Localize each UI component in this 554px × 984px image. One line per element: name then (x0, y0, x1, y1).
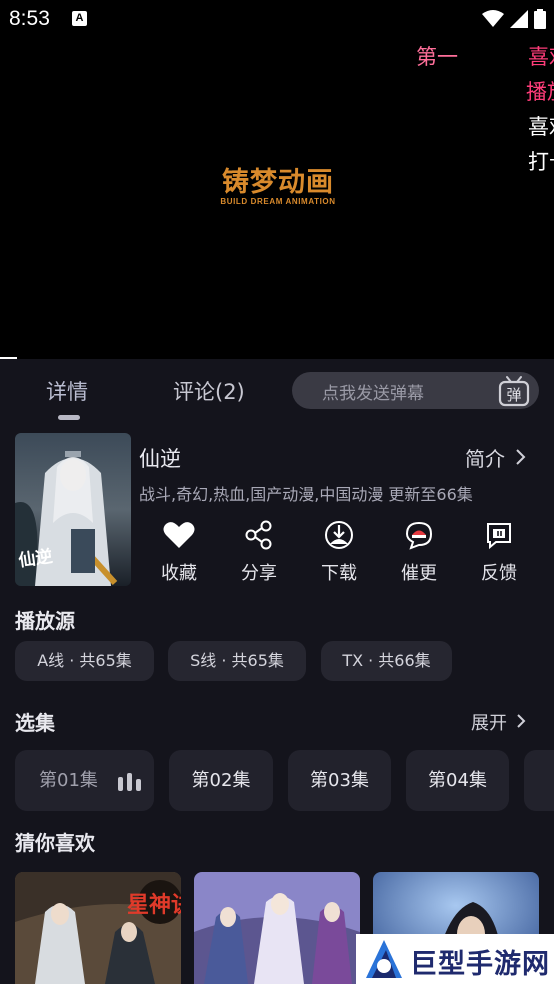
show-tags: 战斗,奇幻,热血,国产动漫,中国动漫 更新至66集 (139, 485, 473, 504)
tab-detail[interactable]: 详情 (46, 376, 88, 406)
favorite-label: 收藏 (161, 563, 197, 584)
danmaku-3: 播放 (526, 80, 554, 104)
share-icon (245, 520, 272, 550)
poster-image: 仙逆 (15, 433, 131, 586)
battery-icon (534, 9, 546, 29)
intro-link[interactable]: 简介 (465, 443, 505, 472)
episode-item-current[interactable]: 第01集 (15, 750, 154, 811)
watermark-logo-icon (366, 940, 402, 978)
recommend-card[interactable]: 星神诀 (15, 872, 181, 984)
danmaku-toggle-icon[interactable]: 弹 (497, 375, 531, 407)
danmaku-input[interactable]: 点我发送弹幕 弹 (292, 372, 539, 409)
urge-label: 催更 (401, 563, 437, 584)
chevron-right-icon[interactable] (515, 448, 527, 466)
show-poster[interactable]: 仙逆 (15, 433, 131, 586)
urge-icon (405, 521, 433, 550)
status-icons (482, 9, 546, 29)
video-player[interactable]: 铸梦动画 BUILD DREAM ANIMATION 第一 喜欢 播放 喜欢 打… (0, 38, 554, 358)
episode-item-partial[interactable] (524, 750, 554, 811)
action-row: 收藏 分享 下载 催更 反馈 (139, 515, 554, 589)
download-label: 下载 (321, 563, 357, 584)
feedback-icon (487, 523, 511, 550)
danmaku-4: 喜欢 (528, 115, 554, 139)
danmaku-placeholder: 点我发送弹幕 (322, 384, 424, 404)
expand-episodes-link[interactable]: 展开 (471, 709, 507, 735)
source-chip-a[interactable]: A线 · 共65集 (15, 641, 154, 681)
favorite-button[interactable]: 收藏 (139, 515, 219, 585)
danmaku-5: 打卡 (528, 150, 554, 174)
feedback-button[interactable]: 反馈 (459, 515, 539, 585)
source-chip-tx[interactable]: TX · 共66集 (321, 641, 452, 681)
status-bar: 8:53 A (0, 0, 554, 38)
tab-comments[interactable]: 评论(2) (173, 376, 245, 406)
tab-indicator (58, 415, 80, 420)
episode-item[interactable]: 第03集 (288, 750, 391, 811)
share-label: 分享 (241, 563, 277, 584)
feedback-label: 反馈 (481, 563, 517, 584)
heart-icon (163, 522, 195, 548)
show-title: 仙逆 (139, 447, 181, 471)
watermark-text: 巨型手游网 (410, 949, 550, 980)
recommend-thumbnail (194, 872, 360, 984)
wifi-icon (482, 10, 504, 27)
download-icon (325, 521, 353, 549)
episodes-title: 选集 (15, 711, 55, 735)
download-button[interactable]: 下载 (299, 515, 379, 585)
episode-label: 第01集 (39, 770, 98, 791)
danmaku-button-label: 弹 (506, 386, 521, 404)
recommend-card[interactable] (194, 872, 360, 984)
watermark: 巨型手游网 (356, 934, 554, 984)
status-time: 8:53 (9, 7, 50, 30)
recommend-badge: 星神诀 (127, 892, 181, 918)
chevron-right-icon[interactable] (516, 713, 526, 729)
recommend-thumbnail: 星神诀 (15, 872, 181, 984)
playing-bars-icon (118, 773, 141, 791)
studio-logo: 铸梦动画 BUILD DREAM ANIMATION (216, 160, 340, 206)
signal-icon (510, 10, 528, 28)
notification-icon: A (72, 11, 87, 26)
urge-button[interactable]: 催更 (379, 515, 459, 585)
source-chip-s[interactable]: S线 · 共65集 (168, 641, 306, 681)
episode-item[interactable]: 第04集 (406, 750, 509, 811)
logo-chinese: 铸梦动画 (222, 167, 334, 198)
tab-bar: 详情 评论(2) 点我发送弹幕 弹 (0, 359, 554, 423)
episode-item[interactable]: 第02集 (169, 750, 273, 811)
sources-title: 播放源 (15, 609, 75, 633)
logo-english: BUILD DREAM ANIMATION (220, 197, 336, 206)
danmaku-1: 第一 (416, 45, 458, 69)
detail-panel: 详情 评论(2) 点我发送弹幕 弹 仙逆 仙逆 简介 战斗,奇幻,热血,国产动漫… (0, 359, 554, 984)
danmaku-2: 喜欢 (528, 45, 554, 69)
recommend-title: 猜你喜欢 (15, 831, 95, 855)
share-button[interactable]: 分享 (219, 515, 299, 585)
